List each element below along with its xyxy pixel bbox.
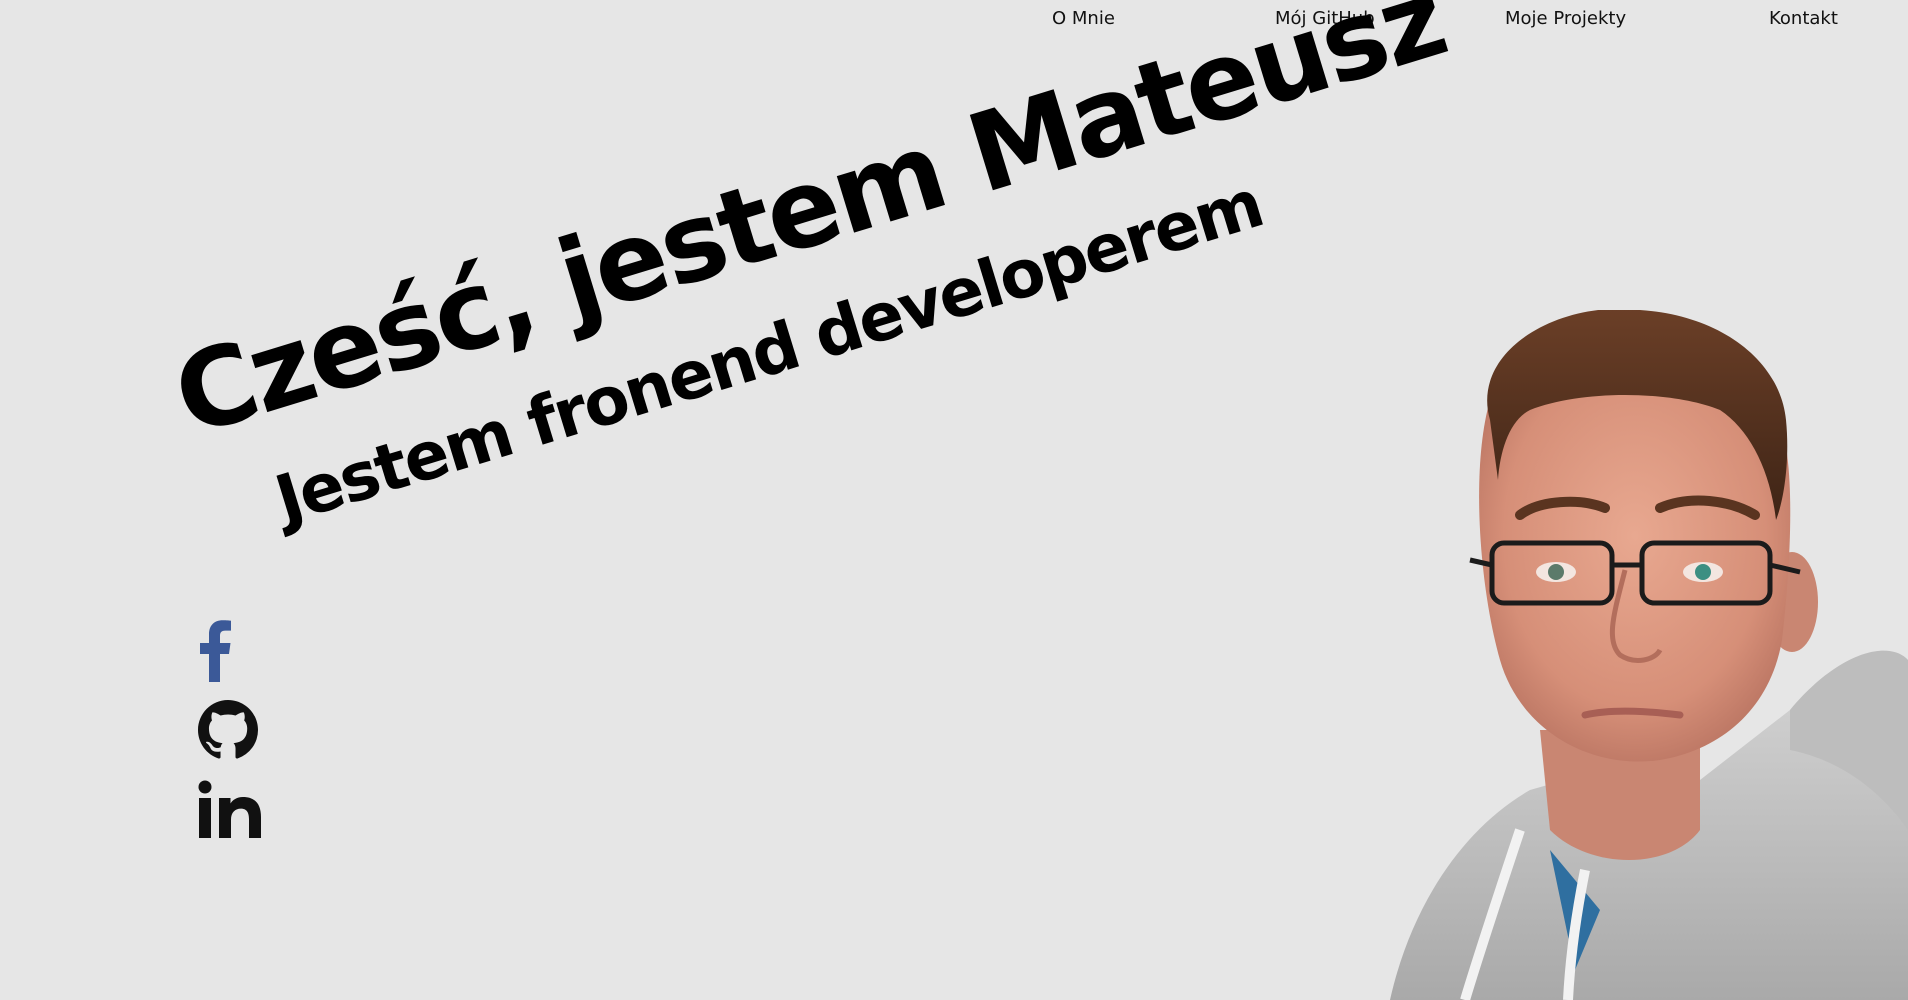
nav-link-contact[interactable]: Kontakt	[1769, 8, 1838, 29]
github-link[interactable]	[198, 700, 258, 764]
page: O Mnie Mój GitHub Moje Projekty Kontakt …	[0, 0, 1908, 1000]
nav-link-projects[interactable]: Moje Projekty	[1505, 8, 1626, 29]
portrait-photo	[1390, 310, 1908, 1000]
github-icon	[198, 700, 258, 759]
facebook-icon	[200, 620, 231, 682]
linkedin-link[interactable]	[198, 780, 262, 844]
nav-link-about[interactable]: O Mnie	[1052, 8, 1115, 29]
linkedin-icon	[198, 780, 261, 838]
facebook-link[interactable]	[198, 620, 232, 686]
top-navigation: O Mnie Mój GitHub Moje Projekty Kontakt	[0, 0, 1908, 40]
